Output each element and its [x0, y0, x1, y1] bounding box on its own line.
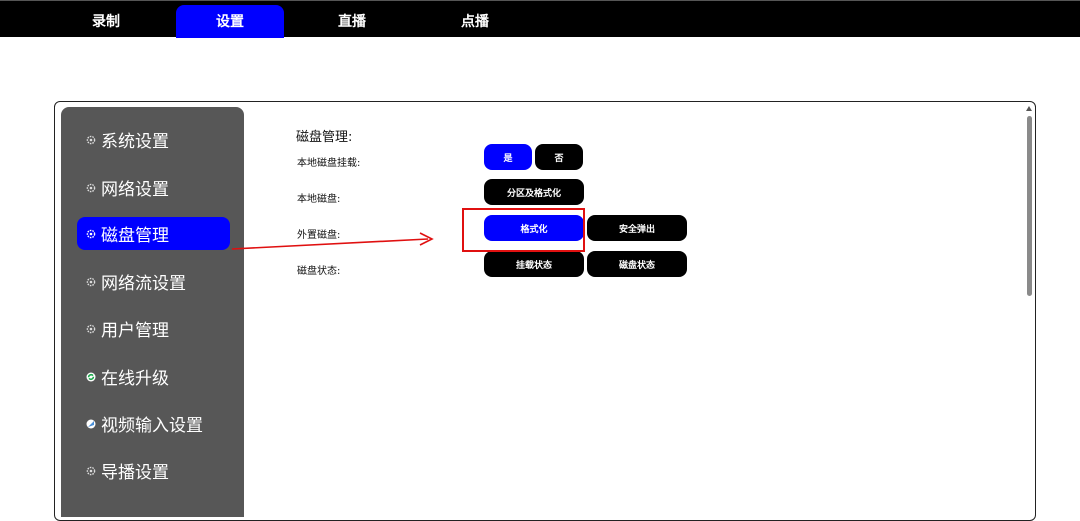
sidebar-item-label: 用户管理: [101, 321, 169, 341]
sidebar-item-system[interactable]: 系统设置: [77, 123, 230, 156]
mount-status-button[interactable]: 挂载状态: [484, 251, 584, 277]
partition-format-button[interactable]: 分区及格式化: [484, 179, 584, 205]
sidebar-item-stream[interactable]: 网络流设置: [77, 265, 230, 298]
tab-live[interactable]: 直播: [298, 5, 406, 38]
settings-icon: [86, 466, 96, 476]
sidebar-item-label: 视频输入设置: [101, 416, 203, 436]
row-label-local-mount: 本地磁盘挂载:: [297, 158, 361, 169]
settings-icon: [86, 277, 96, 287]
sidebar-item-disk[interactable]: 磁盘管理: [77, 217, 230, 250]
row-label-disk-status: 磁盘状态:: [297, 266, 341, 277]
video-input-icon: [86, 419, 96, 429]
sidebar-item-label: 导播设置: [101, 463, 169, 483]
settings-icon: [86, 229, 96, 239]
scroll-thumb[interactable]: [1027, 116, 1032, 296]
sidebar-item-label: 网络设置: [101, 180, 169, 200]
sidebar-item-label: 磁盘管理: [101, 226, 169, 246]
sidebar-item-director[interactable]: 导播设置: [77, 454, 230, 487]
mount-no-button[interactable]: 否: [535, 144, 583, 170]
settings-icon: [86, 183, 96, 193]
scroll-up-arrow-icon[interactable]: [1026, 106, 1032, 111]
sidebar-item-label: 网络流设置: [101, 274, 186, 294]
disk-status-button[interactable]: 磁盘状态: [587, 251, 687, 277]
row-label-local-disk: 本地磁盘:: [297, 194, 341, 205]
settings-icon: [86, 324, 96, 334]
tab-label: 设置: [216, 14, 244, 30]
sidebar-item-label: 系统设置: [101, 132, 169, 152]
sidebar-item-upgrade[interactable]: 在线升级: [77, 360, 230, 393]
sidebar-item-users[interactable]: 用户管理: [77, 312, 230, 345]
sidebar-item-network[interactable]: 网络设置: [77, 171, 230, 204]
refresh-icon: [86, 372, 96, 382]
row-label-external-disk: 外置磁盘:: [297, 230, 341, 241]
tab-label: 录制: [92, 14, 120, 30]
settings-icon: [86, 135, 96, 145]
tab-label: 直播: [338, 14, 366, 30]
safe-eject-button[interactable]: 安全弹出: [587, 215, 687, 241]
annotation-highlight-box: [462, 208, 585, 252]
top-nav: 录制 设置 直播 点播: [0, 0, 1080, 38]
tab-settings[interactable]: 设置: [176, 5, 284, 38]
scrollbar[interactable]: [1024, 106, 1034, 506]
tab-record[interactable]: 录制: [52, 5, 160, 38]
settings-sidebar: 系统设置 网络设置 磁盘管理 网络流设置 用户管理 在线升级 视频输入设置 导播…: [61, 107, 244, 517]
sidebar-item-video-input[interactable]: 视频输入设置: [77, 407, 230, 440]
mount-yes-button[interactable]: 是: [484, 144, 532, 170]
tab-vod[interactable]: 点播: [421, 5, 529, 38]
tab-label: 点播: [461, 14, 489, 30]
sidebar-item-label: 在线升级: [101, 369, 169, 389]
page-title: 磁盘管理:: [296, 130, 353, 145]
